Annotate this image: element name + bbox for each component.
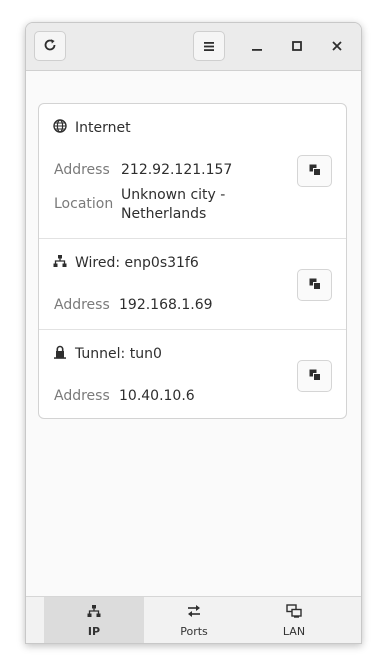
network-tree-icon [87, 604, 101, 625]
maximize-button[interactable] [285, 34, 309, 58]
refresh-icon [43, 37, 57, 56]
minimize-icon [251, 37, 263, 56]
tab-ip[interactable]: IP [44, 597, 144, 643]
globe-icon [53, 119, 75, 137]
tab-lan-label: LAN [282, 624, 306, 638]
copy-icon [308, 276, 322, 295]
section-title: Tunnel: tun0 [53, 344, 162, 364]
address-value: 212.92.121.157 [121, 162, 233, 178]
header-bar [26, 23, 361, 71]
ip-info-card: Internet Address 212.92.121.157 Location… [38, 103, 347, 419]
section-title: Wired: enp0s31f6 [53, 253, 199, 273]
wired-title: Wired: enp0s31f6 [75, 255, 199, 271]
hamburger-menu-icon [203, 37, 215, 56]
tunnel-section: Tunnel: tun0 Address 10.40.10.6 [39, 330, 346, 418]
address-value: 192.168.1.69 [119, 297, 213, 313]
main-menu-button[interactable] [193, 31, 225, 61]
lock-icon [53, 345, 75, 363]
copy-icon [308, 367, 322, 386]
tab-ip-label: IP [87, 624, 101, 638]
app-window: Internet Address 212.92.121.157 Location… [25, 22, 362, 644]
refresh-button[interactable] [34, 31, 66, 61]
copy-internet-button[interactable] [297, 155, 332, 187]
tab-ports-label: Ports [180, 624, 208, 638]
tab-lan[interactable]: LAN [244, 597, 344, 643]
section-title: Internet [53, 118, 131, 138]
wired-section: Wired: enp0s31f6 Address 192.168.1.69 [39, 239, 346, 329]
close-icon [331, 37, 343, 56]
internet-section: Internet Address 212.92.121.157 Location… [39, 104, 346, 238]
copy-icon [308, 162, 322, 181]
arrows-exchange-icon [186, 604, 202, 625]
close-button[interactable] [325, 34, 349, 58]
tab-ports[interactable]: Ports [144, 597, 244, 643]
maximize-icon [291, 37, 303, 56]
minimize-button[interactable] [245, 34, 269, 58]
location-label: Location [54, 196, 114, 212]
internet-title: Internet [75, 120, 131, 136]
address-label: Address [54, 162, 110, 178]
location-value: Unknown city - Netherlands [121, 187, 226, 222]
copy-tunnel-button[interactable] [297, 360, 332, 392]
view-switcher-bar: IP Ports LAN [26, 596, 361, 643]
copy-wired-button[interactable] [297, 269, 332, 301]
tunnel-title: Tunnel: tun0 [75, 346, 162, 362]
wired-network-icon [53, 254, 75, 272]
address-label: Address [54, 297, 110, 313]
address-value: 10.40.10.6 [119, 388, 195, 404]
lan-computers-icon [286, 603, 302, 625]
address-label: Address [54, 388, 110, 404]
